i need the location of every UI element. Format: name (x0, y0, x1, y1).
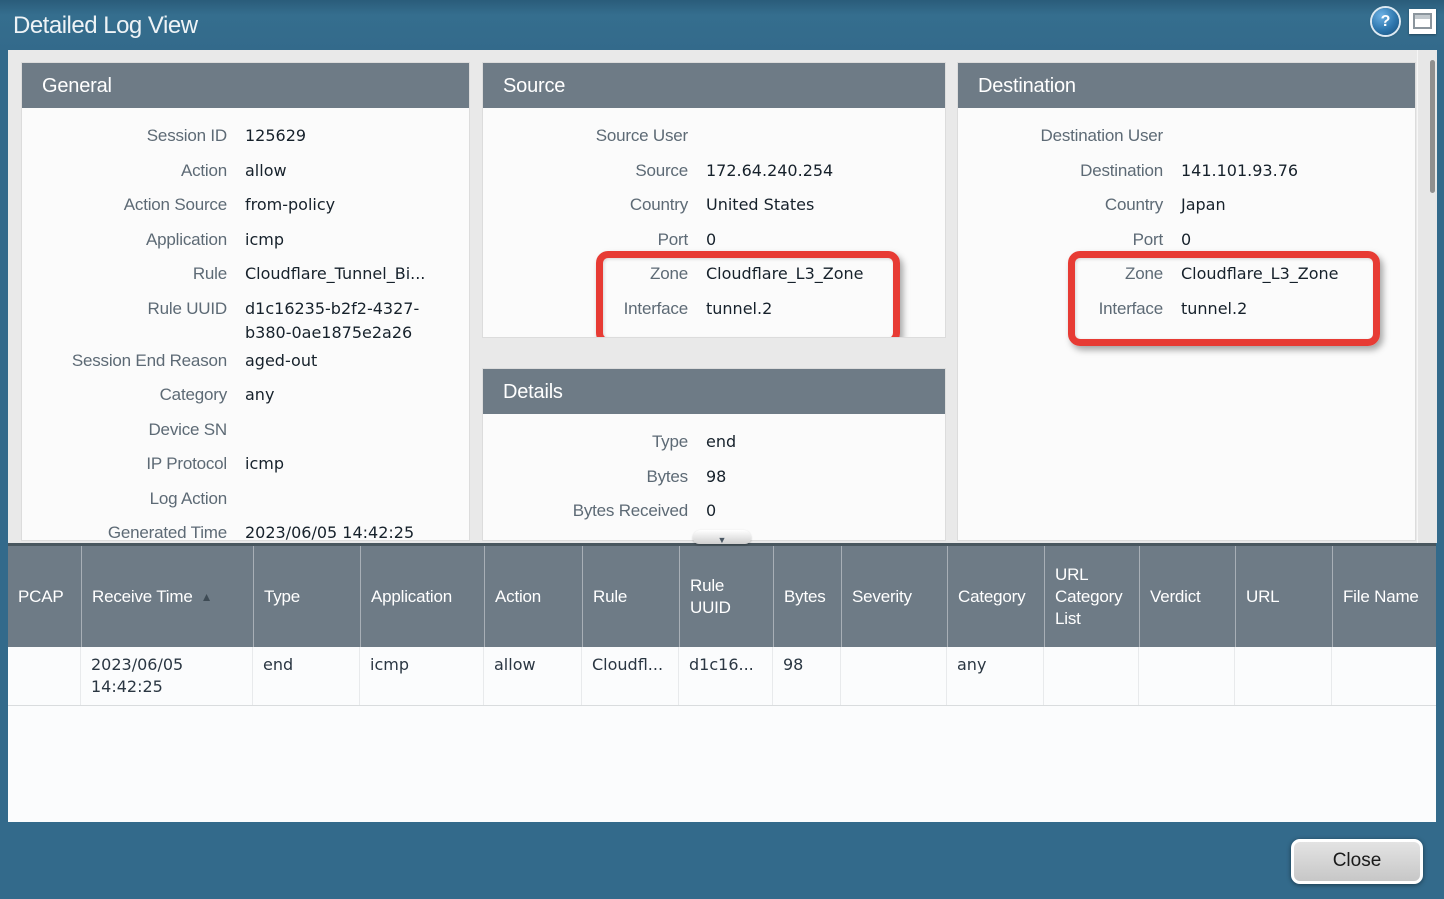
column-header-action[interactable]: Action (484, 546, 582, 647)
field-row-rule-uuid: Rule UUIDd1c16235-b2f2-4327-b380-0ae1875… (22, 293, 469, 345)
field-row-generated-time: Generated Time2023/06/05 14:42:25 (22, 517, 469, 540)
cell-application: icmp (360, 647, 484, 705)
column-header-url[interactable]: URL (1235, 546, 1332, 647)
field-row-source: Source172.64.240.254 (483, 155, 945, 190)
cell-bytes: 98 (773, 647, 841, 705)
field-row-destination-zone: ZoneCloudflare_L3_Zone (958, 258, 1415, 293)
field-row-destination-interface: Interfacetunnel.2 (958, 293, 1415, 328)
cell-pcap (8, 647, 81, 705)
field-row-source-interface: Interfacetunnel.2 (483, 293, 945, 328)
field-row-rule: RuleCloudflare_Tunnel_Bi... (22, 258, 469, 293)
field-row-session-end-reason: Session End Reasonaged-out (22, 345, 469, 380)
field-row-log-action: Log Action (22, 483, 469, 518)
cell-rule-uuid: d1c16... (679, 647, 773, 705)
column-header-bytes[interactable]: Bytes (773, 546, 841, 647)
column-header-rule[interactable]: Rule (582, 546, 679, 647)
page-title: Detailed Log View (13, 0, 198, 50)
help-icon[interactable]: ? (1372, 8, 1399, 35)
column-header-category[interactable]: Category (947, 546, 1044, 647)
panel-source: Source Source User Source172.64.240.254 … (483, 63, 945, 337)
cell-rule: Cloudfl... (582, 647, 679, 705)
field-row-ip-protocol: IP Protocolicmp (22, 448, 469, 483)
column-header-type[interactable]: Type (253, 546, 360, 647)
cell-category: any (947, 647, 1044, 705)
field-row-application: Applicationicmp (22, 224, 469, 259)
column-header-application[interactable]: Application (360, 546, 484, 647)
field-row-session-id: Session ID125629 (22, 120, 469, 155)
cell-severity (841, 647, 947, 705)
field-row-source-port: Port0 (483, 224, 945, 259)
column-header-pcap[interactable]: PCAP (8, 546, 81, 647)
field-row-category: Categoryany (22, 379, 469, 414)
cell-action: allow (484, 647, 582, 705)
field-row-source-country: CountryUnited States (483, 189, 945, 224)
chevron-down-icon: ▼ (718, 534, 727, 547)
field-row-bytes-received: Bytes Received0 (483, 495, 945, 530)
scrollbar-thumb[interactable] (1430, 60, 1435, 193)
panel-destination: Destination Destination User Destination… (958, 63, 1415, 540)
field-row-destination: Destination141.101.93.76 (958, 155, 1415, 190)
field-row-device-sn: Device SN (22, 414, 469, 449)
panel-destination-title: Destination (958, 63, 1415, 108)
panel-details: Details Typeend Bytes98 Bytes Received0 (483, 369, 945, 540)
field-row-source-user: Source User (483, 120, 945, 155)
field-row-destination-user: Destination User (958, 120, 1415, 155)
cell-verdict (1139, 647, 1235, 705)
table-row[interactable]: 2023/06/05 14:42:25 end icmp allow Cloud… (8, 647, 1436, 706)
detailed-log-view-dialog: Detailed Log View ? General Session ID12… (0, 0, 1444, 899)
log-entries-table: PCAP Receive Time▲ Type Application Acti… (8, 543, 1436, 822)
field-row-action-source: Action Sourcefrom-policy (22, 189, 469, 224)
table-collapse-handle[interactable]: ▼ (693, 530, 751, 544)
panel-general-title: General (22, 63, 469, 108)
cell-url (1235, 647, 1332, 705)
cell-file-name (1332, 647, 1436, 705)
table-header-row: PCAP Receive Time▲ Type Application Acti… (8, 546, 1436, 647)
column-header-file-name[interactable]: File Name (1332, 546, 1436, 647)
column-header-receive-time[interactable]: Receive Time▲ (81, 546, 253, 647)
sort-ascending-icon: ▲ (201, 586, 213, 608)
column-header-verdict[interactable]: Verdict (1139, 546, 1235, 647)
panel-general: General Session ID125629 Actionallow Act… (22, 63, 469, 540)
log-detail-content: General Session ID125629 Actionallow Act… (8, 50, 1436, 543)
field-row-destination-country: CountryJapan (958, 189, 1415, 224)
window-glyph (1413, 13, 1432, 29)
column-header-url-category-list[interactable]: URL Category List (1044, 546, 1139, 647)
field-row-action: Actionallow (22, 155, 469, 190)
title-bar: Detailed Log View ? (0, 0, 1444, 50)
close-button[interactable]: Close (1291, 839, 1423, 884)
field-row-type: Typeend (483, 426, 945, 461)
vertical-scrollbar[interactable] (1417, 50, 1437, 543)
panel-details-title: Details (483, 369, 945, 414)
column-header-severity[interactable]: Severity (841, 546, 947, 647)
cell-receive-time: 2023/06/05 14:42:25 (81, 647, 253, 705)
field-row-bytes: Bytes98 (483, 461, 945, 496)
field-row-source-zone: ZoneCloudflare_L3_Zone (483, 258, 945, 293)
cell-url-category-list (1044, 647, 1139, 705)
field-row-destination-port: Port0 (958, 224, 1415, 259)
panel-source-title: Source (483, 63, 945, 108)
column-header-rule-uuid[interactable]: Rule UUID (679, 546, 773, 647)
cell-type: end (253, 647, 360, 705)
window-maximize-icon[interactable] (1409, 9, 1436, 34)
